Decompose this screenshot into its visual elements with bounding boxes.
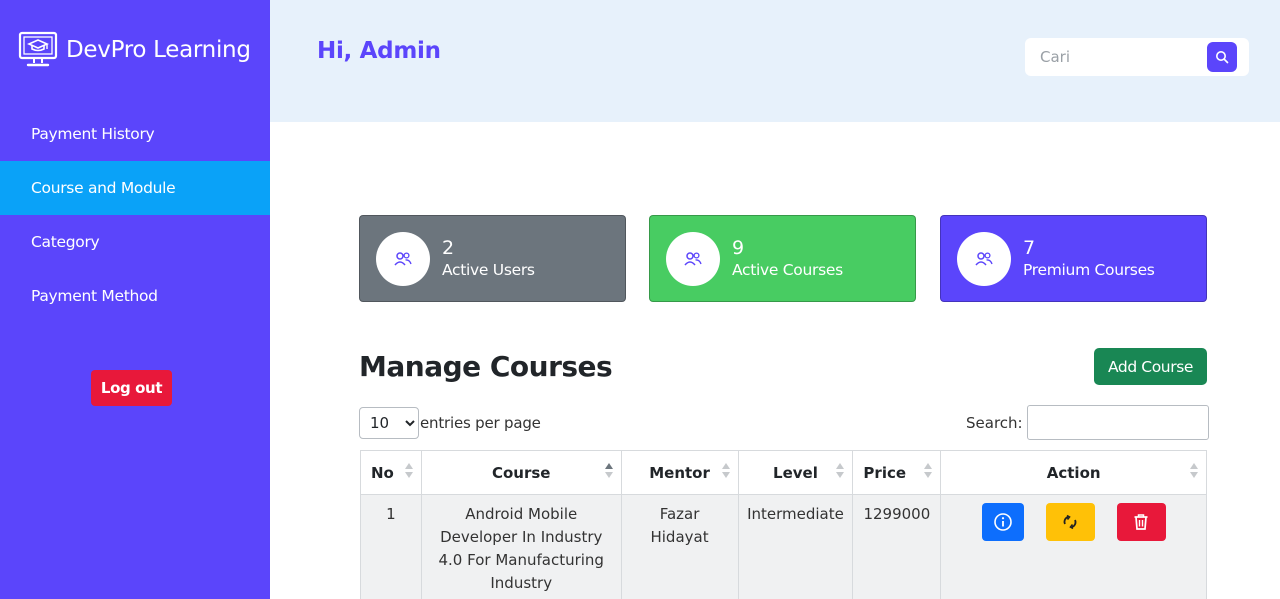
cell-level: Intermediate [737, 494, 854, 599]
table-header-row: No Course Mentor Level Price Action [360, 450, 1207, 495]
column-header-no[interactable]: No [360, 450, 422, 495]
column-header-label: No [371, 463, 394, 482]
stat-icon-circle [666, 232, 720, 286]
sidebar: DevPro Learning Payment History Course a… [0, 0, 270, 599]
monitor-graduation-icon [18, 31, 58, 67]
search-input[interactable] [1025, 38, 1205, 76]
stat-label: Active Users [442, 261, 535, 279]
sidebar-item-category[interactable]: Category [0, 215, 270, 269]
row-actions [941, 503, 1206, 541]
users-icon [394, 252, 412, 266]
stat-card-active-users: 2 Active Users [359, 215, 626, 302]
sidebar-item-payment-method[interactable]: Payment Method [0, 269, 270, 323]
stat-card-active-courses: 9 Active Courses [649, 215, 916, 302]
cell-course: Android Mobile Developer In Industry 4.0… [420, 494, 622, 599]
column-header-level[interactable]: Level [737, 450, 854, 495]
column-header-mentor[interactable]: Mentor [620, 450, 739, 495]
stat-value: 7 [1023, 237, 1036, 259]
stat-label: Active Courses [732, 261, 843, 279]
sidebar-item-course-and-module[interactable]: Course and Module [0, 161, 270, 215]
stat-value: 9 [732, 237, 745, 259]
stat-card-premium-courses: 7 Premium Courses [940, 215, 1207, 302]
cell-mentor: Fazar Hidayat [620, 494, 739, 599]
cell-price: 1299000 [852, 494, 942, 599]
column-header-label: Mentor [649, 463, 710, 482]
info-button[interactable] [981, 503, 1024, 541]
courses-table: No Course Mentor Level Price Action 1 An… [360, 450, 1207, 599]
column-header-price[interactable]: Price [852, 450, 942, 495]
table-search-label: Search: [966, 413, 1023, 432]
trash-icon [1134, 514, 1148, 530]
stat-icon-circle [376, 232, 430, 286]
search-button[interactable] [1207, 42, 1237, 72]
header: Hi, Admin [270, 0, 1280, 122]
search-icon [1216, 51, 1229, 64]
users-icon [684, 252, 702, 266]
sort-icon [404, 463, 413, 481]
refresh-icon [1063, 514, 1077, 530]
stat-label: Premium Courses [1023, 261, 1155, 279]
column-header-label: Price [863, 463, 907, 482]
table-row: 1 Android Mobile Developer In Industry 4… [360, 494, 1207, 599]
sort-icon [836, 463, 845, 481]
sort-icon [1190, 463, 1198, 481]
table-search: Search: [966, 405, 1209, 440]
brand[interactable]: DevPro Learning [18, 30, 251, 70]
page-title: Manage Courses [359, 350, 613, 383]
logout-button[interactable]: Log out [91, 370, 172, 406]
info-icon [993, 513, 1012, 531]
sidebar-item-payment-history[interactable]: Payment History [0, 107, 270, 161]
column-header-label: Action [1046, 463, 1101, 482]
add-course-button[interactable]: Add Course [1094, 348, 1207, 385]
column-header-course[interactable]: Course [420, 450, 622, 495]
edit-button[interactable] [1045, 503, 1095, 541]
sort-icon [721, 463, 730, 481]
cell-actions [940, 494, 1207, 599]
column-header-label: Course [491, 463, 551, 482]
cell-no: 1 [360, 494, 422, 599]
sort-icon [604, 463, 613, 481]
entries-per-page: 10 entries per page [359, 407, 541, 439]
stat-value: 2 [442, 237, 455, 259]
stat-icon-circle [957, 232, 1011, 286]
brand-name: DevPro Learning [66, 37, 251, 63]
greeting: Hi, Admin [317, 38, 441, 64]
column-header-action[interactable]: Action [940, 450, 1207, 495]
entries-per-page-label: entries per page [420, 414, 541, 432]
column-header-label: Level [773, 463, 818, 482]
entries-per-page-select[interactable]: 10 [359, 407, 419, 439]
users-icon [975, 252, 993, 266]
sort-icon [924, 463, 933, 481]
sidebar-nav: Payment History Course and Module Catego… [0, 107, 270, 323]
table-search-input[interactable] [1026, 405, 1209, 440]
header-search [1025, 38, 1249, 76]
delete-button[interactable] [1116, 503, 1166, 541]
